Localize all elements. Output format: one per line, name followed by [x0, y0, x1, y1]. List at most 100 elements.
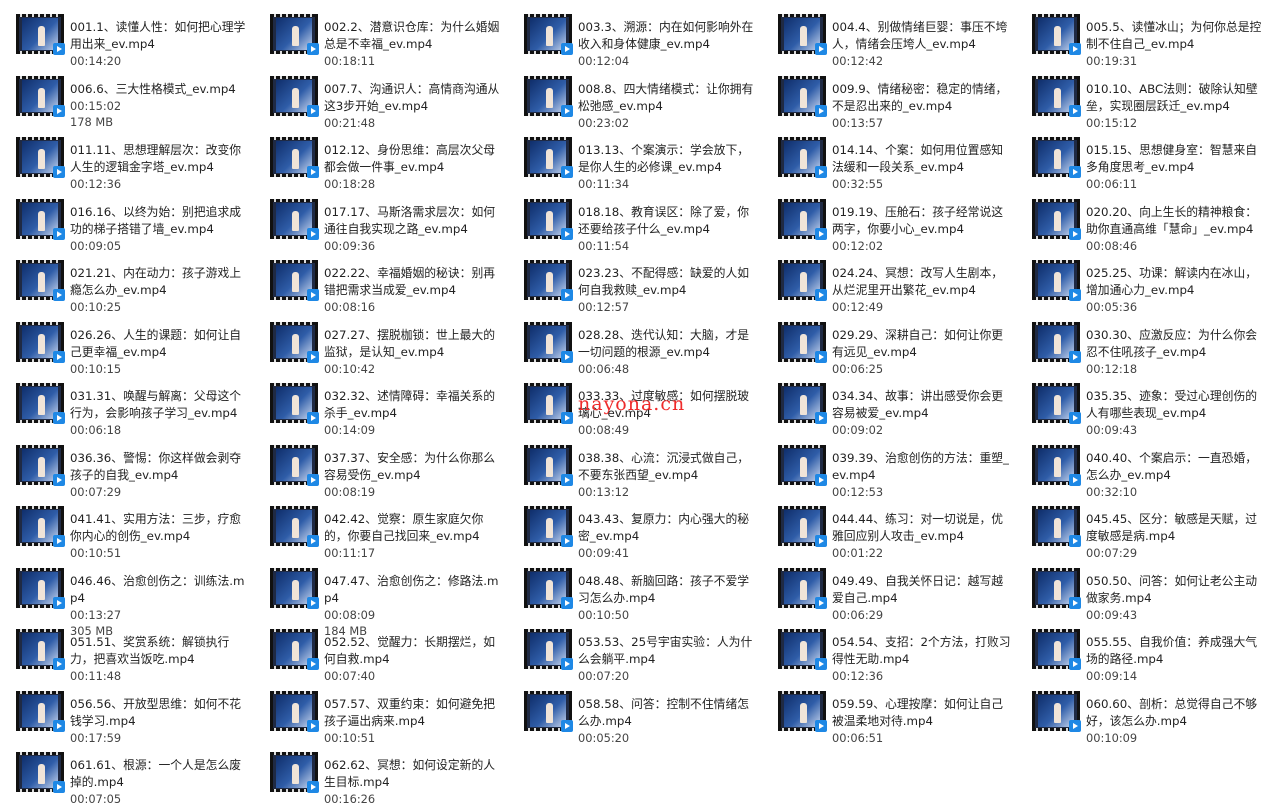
file-name: 014.14、个案：如何用位置感知法缓和一段关系_ev.mp4: [832, 143, 1004, 174]
file-item[interactable]: 026.26、人生的课题：如何让自己更幸福_ev.mp4 00:10:15: [0, 316, 250, 378]
file-item[interactable]: 046.46、治愈创伤之：训练法.mp4 00:13:27 305 MB: [0, 562, 250, 638]
file-item[interactable]: 043.43、复原力：内心强大的秘密_ev.mp4 00:09:41: [508, 500, 758, 562]
file-item[interactable]: 016.16、以终为始：别把追求成功的梯子搭错了墙_ev.mp4 00:09:05: [0, 193, 250, 255]
file-duration: 00:09:02: [832, 423, 884, 437]
file-duration: 00:10:50: [578, 607, 630, 622]
file-duration: 00:11:34: [578, 177, 630, 191]
file-item[interactable]: 015.15、思想健身室：智慧来自多角度思考_ev.mp4 00:06:11: [1016, 131, 1266, 193]
file-item[interactable]: 004.4、别做情绪巨婴：事压不垮人，情绪会压垮人_ev.mp4 00:12:42: [762, 8, 1012, 70]
file-item[interactable]: 001.1、读懂人性：如何把心理学用出来_ev.mp4 00:14:20: [0, 8, 250, 70]
play-badge-icon: [561, 535, 573, 547]
play-badge-icon: [53, 104, 65, 117]
file-item[interactable]: 050.50、问答：如何让老公主动做家务.mp4 00:09:43: [1016, 562, 1266, 624]
file-item[interactable]: 042.42、觉察：原生家庭欠你的，你要自己找回来_ev.mp4 00:11:17: [254, 500, 504, 562]
file-item[interactable]: 014.14、个案：如何用位置感知法缓和一段关系_ev.mp4 00:32:55: [762, 131, 1012, 193]
play-badge-icon: [815, 719, 827, 732]
file-name: 044.44、练习：对一切说是，优雅回应别人攻击_ev.mp4: [832, 512, 1004, 543]
file-item[interactable]: 012.12、身份思维：高层次父母都会做一件事_ev.mp4 00:18:28: [254, 131, 504, 193]
file-item[interactable]: 052.52、觉醒力：长期摆烂，如何自救.mp4 00:07:40: [254, 623, 504, 685]
file-duration: 00:11:17: [324, 546, 376, 560]
file-item[interactable]: 027.27、摆脱枷锁：世上最大的监狱，是认知_ev.mp4 00:10:42: [254, 316, 504, 378]
file-item[interactable]: 009.9、情绪秘密：稳定的情绪，不是忍出来的_ev.mp4 00:13:57: [762, 70, 1012, 132]
file-item[interactable]: 024.24、冥想：改写人生剧本，从烂泥里开出繁花_ev.mp4 00:12:49: [762, 254, 1012, 316]
file-item[interactable]: 061.61、根源：一个人是怎么废掉的.mp4 00:07:05: [0, 746, 250, 808]
file-item[interactable]: 022.22、幸福婚姻的秘诀：别再错把需求当成爱_ev.mp4 00:08:16: [254, 254, 504, 316]
file-duration: 00:06:29: [832, 607, 884, 622]
file-name: 011.11、思想理解层次：改变你人生的逻辑金字塔_ev.mp4: [70, 143, 242, 174]
file-item[interactable]: 047.47、治愈创伤之：修路法.mp4 00:08:09 184 MB: [254, 562, 504, 638]
file-item[interactable]: 055.55、自我价值：养成强大气场的路径.mp4 00:09:14: [1016, 623, 1266, 685]
play-badge-icon: [307, 596, 319, 609]
file-item[interactable]: 006.6、三大性格模式_ev.mp4 00:15:02 178 MB: [0, 70, 250, 132]
file-item[interactable]: 034.34、故事：讲出感受你会更容易被爱_ev.mp4 00:09:02: [762, 377, 1012, 439]
file-item[interactable]: 044.44、练习：对一切说是，优雅回应别人攻击_ev.mp4 00:01:22: [762, 500, 1012, 562]
play-badge-icon: [561, 227, 573, 240]
play-badge-icon: [53, 166, 65, 178]
file-duration: 00:18:28: [324, 177, 376, 191]
file-item[interactable]: 057.57、双重约束：如何避免把孩子逼出病来.mp4 00:10:51: [254, 685, 504, 747]
file-item[interactable]: 023.23、不配得感：缺爱的人如何自我救赎_ev.mp4 00:12:57: [508, 254, 758, 316]
file-name: 003.3、溯源：内在如何影响外在收入和身体健康_ev.mp4: [578, 20, 754, 51]
play-badge-icon: [561, 719, 573, 732]
file-name: 048.48、新脑回路：孩子不爱学习怎么办.mp4: [578, 573, 750, 605]
file-duration: 00:08:16: [324, 300, 376, 314]
file-name: 009.9、情绪秘密：稳定的情绪，不是忍出来的_ev.mp4: [832, 81, 1008, 113]
play-badge-icon: [561, 166, 573, 178]
file-item[interactable]: 049.49、自我关怀日记：越写越爱自己.mp4 00:06:29: [762, 562, 1012, 624]
file-item[interactable]: 035.35、迹象：受过心理创伤的人有哪些表现_ev.mp4 00:09:43: [1016, 377, 1266, 439]
file-item[interactable]: 060.60、剖析：总觉得自己不够好，该怎么办.mp4 00:10:09: [1016, 685, 1266, 747]
file-duration: 00:05:36: [1086, 300, 1138, 314]
file-item[interactable]: 011.11、思想理解层次：改变你人生的逻辑金字塔_ev.mp4 00:12:36: [0, 131, 250, 193]
file-item[interactable]: 007.7、沟通识人：高情商沟通从这3步开始_ev.mp4 00:21:48: [254, 70, 504, 132]
play-badge-icon: [815, 350, 827, 363]
file-item[interactable]: 008.8、四大情绪模式：让你拥有松弛感_ev.mp4 00:23:02: [508, 70, 758, 132]
file-item[interactable]: 030.30、应激反应：为什么你会忍不住吼孩子_ev.mp4 00:12:18: [1016, 316, 1266, 378]
file-item[interactable]: 056.56、开放型思维：如何不花钱学习.mp4 00:17:59: [0, 685, 250, 747]
file-duration: 00:13:12: [578, 484, 630, 499]
file-item[interactable]: 040.40、个案启示：一直恐婚，怎么办_ev.mp4 00:32:10: [1016, 439, 1266, 501]
file-item[interactable]: 025.25、功课：解读内在冰山，增加通心力_ev.mp4 00:05:36: [1016, 254, 1266, 316]
file-item[interactable]: 059.59、心理按摩：如何让自己被温柔地对待.mp4 00:06:51: [762, 685, 1012, 747]
file-duration: 00:09:43: [1086, 607, 1138, 622]
file-item[interactable]: 048.48、新脑回路：孩子不爱学习怎么办.mp4 00:10:50: [508, 562, 758, 624]
file-item[interactable]: 054.54、支招：2个方法，打败习得性无助.mp4 00:12:36: [762, 623, 1012, 685]
file-duration: 00:07:40: [324, 669, 376, 683]
play-badge-icon: [1069, 350, 1081, 363]
file-name: 037.37、安全感：为什么你那么容易受伤_ev.mp4: [324, 450, 496, 482]
file-item[interactable]: 019.19、压舱石：孩子经常说这两字，你要小心_ev.mp4 00:12:02: [762, 193, 1012, 255]
file-item[interactable]: 005.5、读懂冰山；为何你总是控制不住自己_ev.mp4 00:19:31: [1016, 8, 1266, 70]
file-duration: 00:09:36: [324, 238, 376, 253]
play-badge-icon: [815, 43, 827, 55]
file-item[interactable]: 002.2、潜意识仓库：为什么婚姻总是不幸福_ev.mp4 00:18:11: [254, 8, 504, 70]
watermark: nayona.cn: [578, 393, 686, 415]
file-item[interactable]: 036.36、警惕：你这样做会剥夺孩子的自我_ev.mp4 00:07:29: [0, 439, 250, 501]
file-item[interactable]: 051.51、奖赏系统：解锁执行力，把喜欢当饭吃.mp4 00:11:48: [0, 623, 250, 685]
file-item[interactable]: 031.31、唤醒与解离：父母这个行为，会影响孩子学习_ev.mp4 00:06:…: [0, 377, 250, 439]
file-duration: 00:07:29: [70, 484, 122, 499]
file-item[interactable]: 018.18、教育误区：除了爱，你还要给孩子什么_ev.mp4 00:11:54: [508, 193, 758, 255]
file-item[interactable]: 013.13、个案演示：学会放下，是你人生的必修课_ev.mp4 00:11:34: [508, 131, 758, 193]
play-badge-icon: [815, 473, 827, 486]
file-item[interactable]: 017.17、马斯洛需求层次：如何通往自我实现之路_ev.mp4 00:09:36: [254, 193, 504, 255]
file-item[interactable]: 003.3、溯源：内在如何影响外在收入和身体健康_ev.mp4 00:12:04: [508, 8, 758, 70]
file-item[interactable]: 029.29、深耕自己：如何让你更有远见_ev.mp4 00:06:25: [762, 316, 1012, 378]
file-duration: 00:05:20: [578, 730, 630, 745]
file-item[interactable]: 045.45、区分：敏感是天赋，过度敏感是病.mp4 00:07:29: [1016, 500, 1266, 562]
file-item[interactable]: 041.41、实用方法：三步，疗愈你内心的创伤_ev.mp4 00:10:51: [0, 500, 250, 562]
file-item[interactable]: 032.32、述情障碍：幸福关系的杀手_ev.mp4 00:14:09: [254, 377, 504, 439]
file-item[interactable]: 058.58、问答：控制不住情绪怎么办.mp4 00:05:20: [508, 685, 758, 747]
file-item[interactable]: 053.53、25号宇宙实验：人为什么会躺平.mp4 00:07:20: [508, 623, 758, 685]
file-item[interactable]: 038.38、心流：沉浸式做自己，不要东张西望_ev.mp4 00:13:12: [508, 439, 758, 501]
file-item[interactable]: 020.20、向上生长的精神粮食：助你直通高维「慧命」_ev.mp4 00:08:…: [1016, 193, 1266, 255]
file-name: 028.28、迭代认知：大脑，才是一切问题的根源_ev.mp4: [578, 327, 750, 359]
file-item[interactable]: 021.21、内在动力：孩子游戏上瘾怎么办_ev.mp4 00:10:25: [0, 254, 250, 316]
file-item[interactable]: 039.39、治愈创伤的方法：重塑_ev.mp4 00:12:53: [762, 439, 1012, 501]
file-size: 178 MB: [70, 114, 114, 129]
file-duration: 00:12:42: [832, 54, 884, 68]
file-item[interactable]: 028.28、迭代认知：大脑，才是一切问题的根源_ev.mp4 00:06:48: [508, 316, 758, 378]
file-item[interactable]: 037.37、安全感：为什么你那么容易受伤_ev.mp4 00:08:19: [254, 439, 504, 501]
play-badge-icon: [307, 289, 319, 301]
file-item[interactable]: 062.62、冥想：如何设定新的人生目标.mp4 00:16:26: [254, 746, 504, 808]
file-item[interactable]: 010.10、ABC法则：破除认知壁垒，实现圈层跃迁_ev.mp4 00:15:1…: [1016, 70, 1266, 132]
file-name: 007.7、沟通识人：高情商沟通从这3步开始_ev.mp4: [324, 81, 500, 113]
